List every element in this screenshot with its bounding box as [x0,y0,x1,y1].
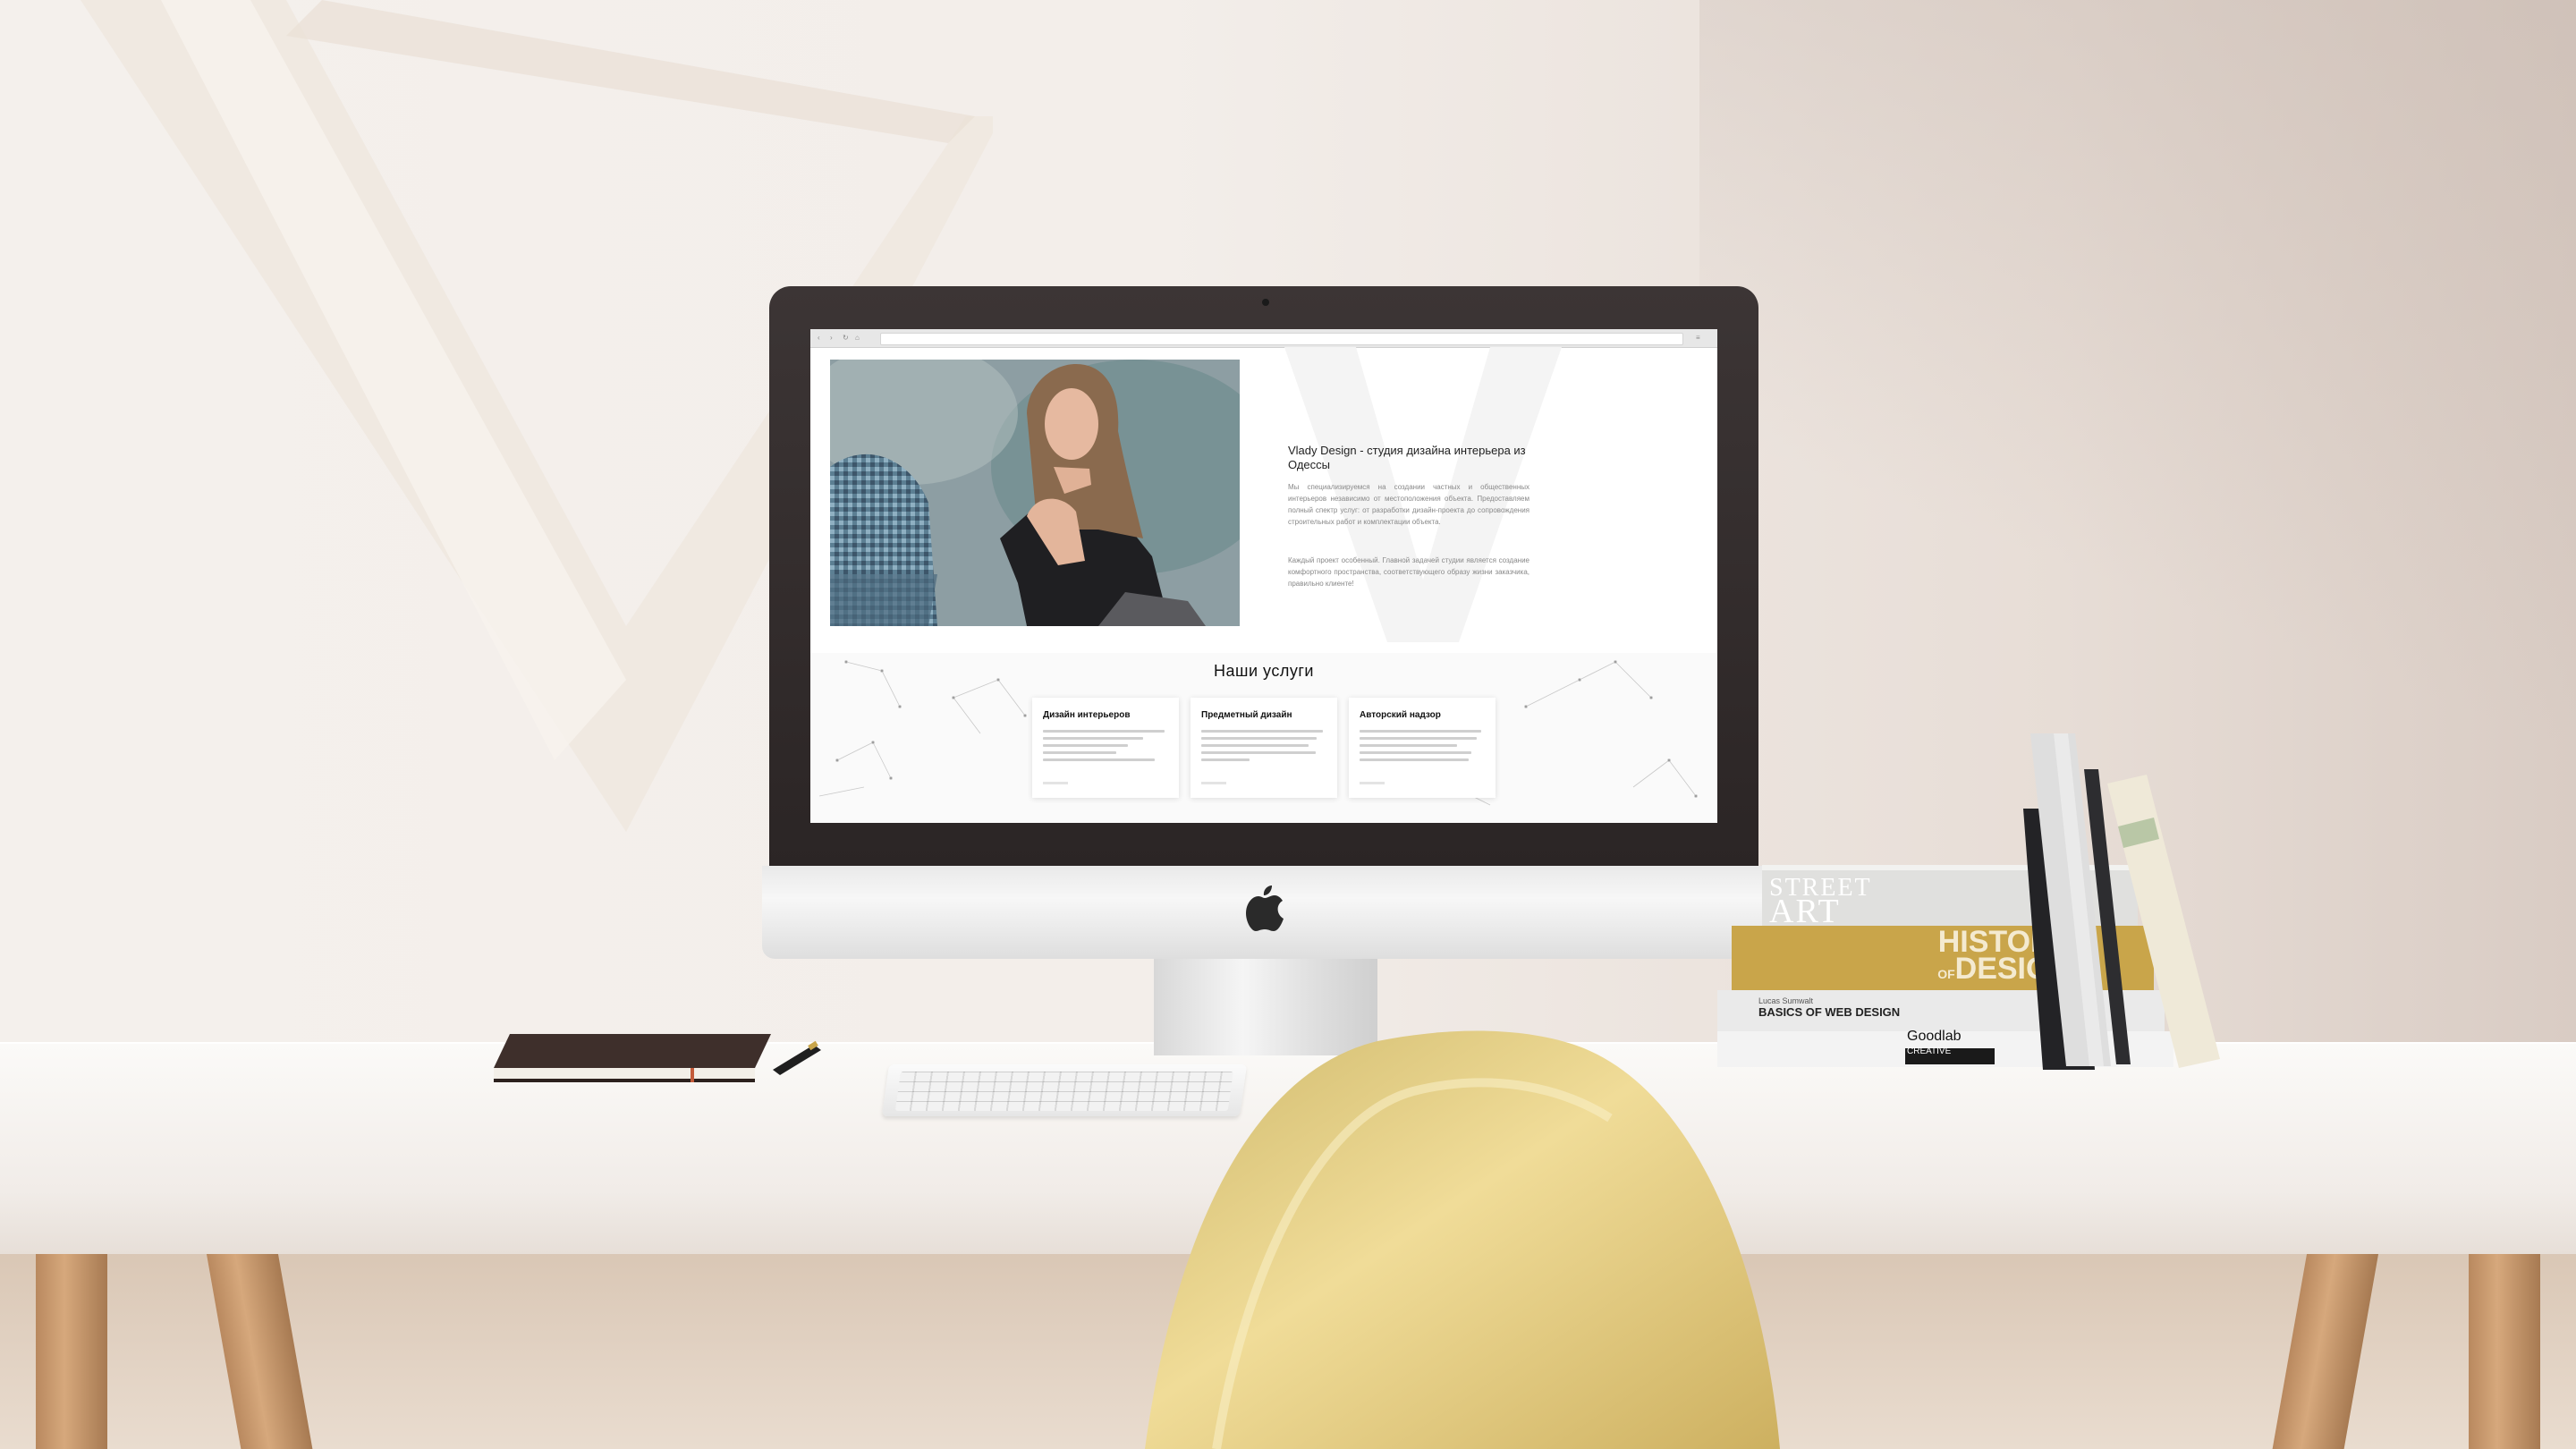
service-card-title: Авторский надзор [1360,710,1441,720]
chair [1145,1030,1780,1449]
service-card-link[interactable] [1360,782,1385,784]
woman-portrait-image [830,360,1240,626]
reload-icon[interactable]: ↻ [843,335,850,342]
forward-icon[interactable]: › [830,335,837,342]
service-card-link[interactable] [1201,782,1226,784]
service-card-title: Дизайн интерьеров [1043,710,1131,720]
service-card-link[interactable] [1043,782,1068,784]
service-card-title: Предметный дизайн [1201,710,1292,720]
about-title: Vlady Design - студия дизайна интерьера … [1288,444,1526,471]
home-icon[interactable]: ⌂ [855,335,862,342]
address-bar[interactable] [880,333,1683,345]
pen [773,1040,821,1075]
service-card-text [1043,730,1165,766]
browser-toolbar: ‹ › ↻ ⌂ ≡ [810,329,1717,348]
service-card[interactable]: Авторский надзор [1349,698,1496,798]
back-icon[interactable]: ‹ [818,335,825,342]
about-paragraph-2: Каждый проект особенный. Главной задачей… [1288,556,1530,588]
about-section: Vlady Design - студия дизайна интерьера … [1258,347,1705,642]
desk-leg [2469,1252,2540,1449]
book-goodlab: Goodlab CREATIVE [1907,1029,1962,1056]
notebook [494,1034,771,1082]
service-card-text [1201,730,1323,766]
camera-icon [1262,299,1269,306]
service-card[interactable]: Предметный дизайн [1191,698,1337,798]
hero-photo [830,360,1240,626]
monitor-screen: ‹ › ↻ ⌂ ≡ Vlady Design - студия дизайна … [810,329,1717,823]
desk-leg [36,1252,107,1449]
about-paragraph-1: Мы специализируемся на создании частных … [1288,483,1530,526]
services-section: Наши услуги Дизайн интерьеров Предметный… [810,653,1717,823]
book-street-art-title: STREET ART [1769,874,1872,930]
standing-books [2023,733,2220,1070]
service-card[interactable]: Дизайн интерьеров [1032,698,1179,798]
service-card-text [1360,730,1481,766]
book-basics-web-design: Lucas Sumwalt BASICS OF WEB DESIGN [1758,996,1901,1019]
apple-logo-icon [1246,886,1284,931]
services-title: Наши услуги [1214,662,1314,680]
menu-icon[interactable]: ≡ [1696,335,1703,342]
